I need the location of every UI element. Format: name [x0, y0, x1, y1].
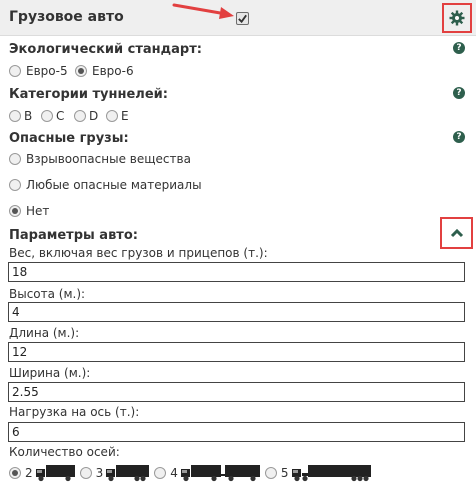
radio-euro5[interactable] — [9, 65, 21, 77]
help-icon[interactable]: ? — [453, 42, 465, 54]
truck-5-axles-icon — [291, 465, 371, 482]
axle-count-options: 2 3 4 5 — [9, 462, 376, 484]
tunnel-categories-title: Категории туннелей: — [9, 87, 168, 102]
radio-tunnel-d[interactable] — [74, 110, 86, 122]
height-label: Высота (м.): — [9, 287, 86, 301]
axle-option-3[interactable]: 3 — [79, 464, 151, 482]
radio-hazard-any[interactable] — [9, 179, 21, 191]
hazard-option-any[interactable]: Любые опасные материалы — [9, 178, 202, 192]
hazard-option-explosive[interactable]: Взрывоопасные вещества — [9, 152, 191, 166]
axle-option-4[interactable]: 4 — [154, 464, 261, 482]
help-icon[interactable]: ? — [453, 131, 465, 143]
tunnel-option-label: C — [56, 109, 65, 123]
truck-3-axles-icon — [106, 465, 150, 482]
length-input[interactable] — [8, 342, 465, 362]
hazard-goods-title: Опасные грузы: — [9, 131, 129, 146]
axle-count-label: Количество осей: — [9, 445, 120, 459]
eco-option-label: Евро-5 — [26, 64, 68, 78]
axle-option-2[interactable]: 2 — [9, 464, 76, 482]
chevron-up-icon — [450, 228, 463, 238]
axle-option-label: 2 — [25, 466, 33, 480]
axle-load-input[interactable] — [8, 422, 465, 442]
radio-hazard-none[interactable] — [9, 205, 21, 217]
radio-euro6[interactable] — [75, 65, 87, 77]
checkmark-icon — [238, 14, 247, 24]
width-input[interactable] — [8, 382, 465, 402]
hazard-option-none[interactable]: Нет — [9, 204, 49, 218]
tunnel-option-e[interactable]: E — [106, 109, 129, 123]
axle-option-label: 4 — [170, 466, 178, 480]
gear-icon — [449, 10, 465, 26]
hazard-option-label: Взрывоопасные вещества — [26, 152, 191, 166]
truck-header: Грузовое авто — [0, 0, 476, 36]
settings-button[interactable] — [442, 3, 472, 33]
annotation-arrow — [172, 3, 234, 19]
hazard-option-label: Любые опасные материалы — [26, 178, 202, 192]
radio-tunnel-b[interactable] — [9, 110, 21, 122]
tunnel-option-c[interactable]: C — [41, 109, 64, 123]
tunnel-option-label: D — [89, 109, 99, 123]
axle-option-5[interactable]: 5 — [264, 464, 372, 482]
radio-axle-2[interactable] — [9, 467, 21, 479]
eco-option-label: Евро-6 — [92, 64, 134, 78]
truck-4-axles-icon — [180, 465, 260, 482]
length-label: Длина (м.): — [9, 326, 80, 340]
radio-tunnel-c[interactable] — [41, 110, 53, 122]
axle-load-label: Нагрузка на ось (т.): — [9, 405, 140, 419]
eco-option-euro6[interactable]: Евро-6 — [75, 64, 134, 78]
truck-2-axles-icon — [35, 465, 75, 482]
radio-hazard-explosive[interactable] — [9, 153, 21, 165]
radio-axle-3[interactable] — [79, 467, 92, 479]
eco-option-euro5[interactable]: Евро-5 — [9, 64, 68, 78]
weight-input[interactable] — [8, 262, 465, 282]
radio-axle-5[interactable] — [264, 467, 277, 479]
tunnel-option-b[interactable]: B — [9, 109, 32, 123]
radio-axle-4[interactable] — [154, 467, 167, 479]
axle-option-label: 5 — [280, 466, 289, 480]
tunnel-option-label: E — [121, 109, 129, 123]
radio-tunnel-e[interactable] — [106, 110, 118, 122]
vehicle-params-title: Параметры авто: — [9, 228, 138, 243]
height-input[interactable] — [8, 302, 465, 322]
header-title: Грузовое авто — [9, 9, 124, 25]
truck-checkbox[interactable] — [236, 12, 249, 25]
help-icon[interactable]: ? — [453, 87, 465, 99]
tunnel-option-d[interactable]: D — [74, 109, 98, 123]
weight-label: Вес, включая вес грузов и прицепов (т.): — [9, 246, 268, 260]
tunnel-option-label: B — [24, 109, 33, 123]
eco-standard-title: Экологический стандарт: — [9, 42, 202, 57]
collapse-button[interactable] — [440, 217, 473, 249]
hazard-option-label: Нет — [26, 204, 50, 218]
width-label: Ширина (м.): — [9, 366, 91, 380]
axle-option-label: 3 — [95, 466, 104, 480]
